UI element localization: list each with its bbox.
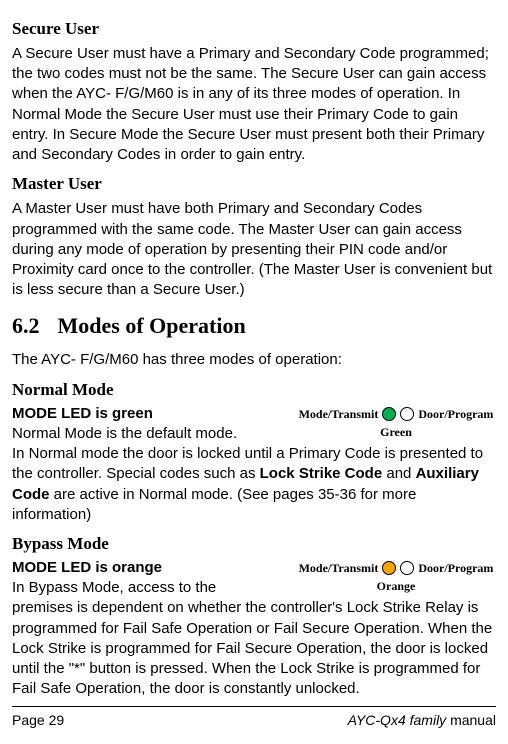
indicator-color-label: Green — [380, 424, 412, 440]
bypass-mode-heading: Bypass Mode — [12, 533, 496, 556]
bypass-mode-indicator: Mode/Transmit Door/Program Orange — [296, 558, 496, 594]
normal-mode-indicator: Mode/Transmit Door/Program Green — [296, 404, 496, 440]
bypass-mode-line1: In Bypass Mode, access to the — [12, 578, 288, 598]
normal-mode-body: In Normal mode the door is locked until … — [12, 444, 496, 525]
led-empty-icon — [400, 407, 414, 421]
normal-mode-bold1: Lock Strike Code — [260, 465, 383, 482]
indicator-left-label: Mode/Transmit — [299, 406, 379, 422]
indicator-right-label: Door/Program — [418, 406, 493, 422]
bypass-mode-led-line: MODE LED is orange — [12, 558, 288, 578]
master-user-body: A Master User must have both Primary and… — [12, 199, 496, 300]
normal-mode-line1: Normal Mode is the default mode. — [12, 424, 288, 444]
indicator-right-label: Door/Program — [418, 560, 493, 576]
footer-product-name: AYC-Qx4 family — [348, 712, 447, 728]
led-orange-icon — [382, 561, 396, 575]
section-number: 6.2 — [12, 311, 40, 341]
normal-mode-mid: and — [382, 465, 415, 482]
led-empty-icon — [400, 561, 414, 575]
footer-page: Page 29 — [12, 711, 64, 730]
secure-user-heading: Secure User — [12, 18, 496, 41]
master-user-heading: Master User — [12, 173, 496, 196]
normal-mode-row: MODE LED is green Normal Mode is the def… — [12, 404, 496, 445]
led-green-icon — [382, 407, 396, 421]
page-footer: Page 29 AYC-Qx4 family manual — [12, 706, 496, 730]
indicator-left-label: Mode/Transmit — [299, 560, 379, 576]
section-title: Modes of Operation — [58, 313, 246, 338]
footer-suffix: manual — [446, 712, 496, 728]
indicator-color-label: Orange — [377, 578, 416, 594]
normal-mode-body-post: are active in Normal mode. (See pages 35… — [12, 486, 416, 523]
bypass-mode-row: MODE LED is orange In Bypass Mode, acces… — [12, 558, 496, 599]
normal-mode-led-line: MODE LED is green — [12, 404, 288, 424]
section-heading: 6.2 Modes of Operation — [12, 311, 496, 341]
secure-user-body: A Secure User must have a Primary and Se… — [12, 44, 496, 166]
bypass-mode-body: premises is dependent on whether the con… — [12, 598, 496, 699]
footer-product: AYC-Qx4 family manual — [348, 711, 496, 730]
section-intro: The AYC- F/G/M60 has three modes of oper… — [12, 350, 496, 370]
normal-mode-heading: Normal Mode — [12, 379, 496, 402]
